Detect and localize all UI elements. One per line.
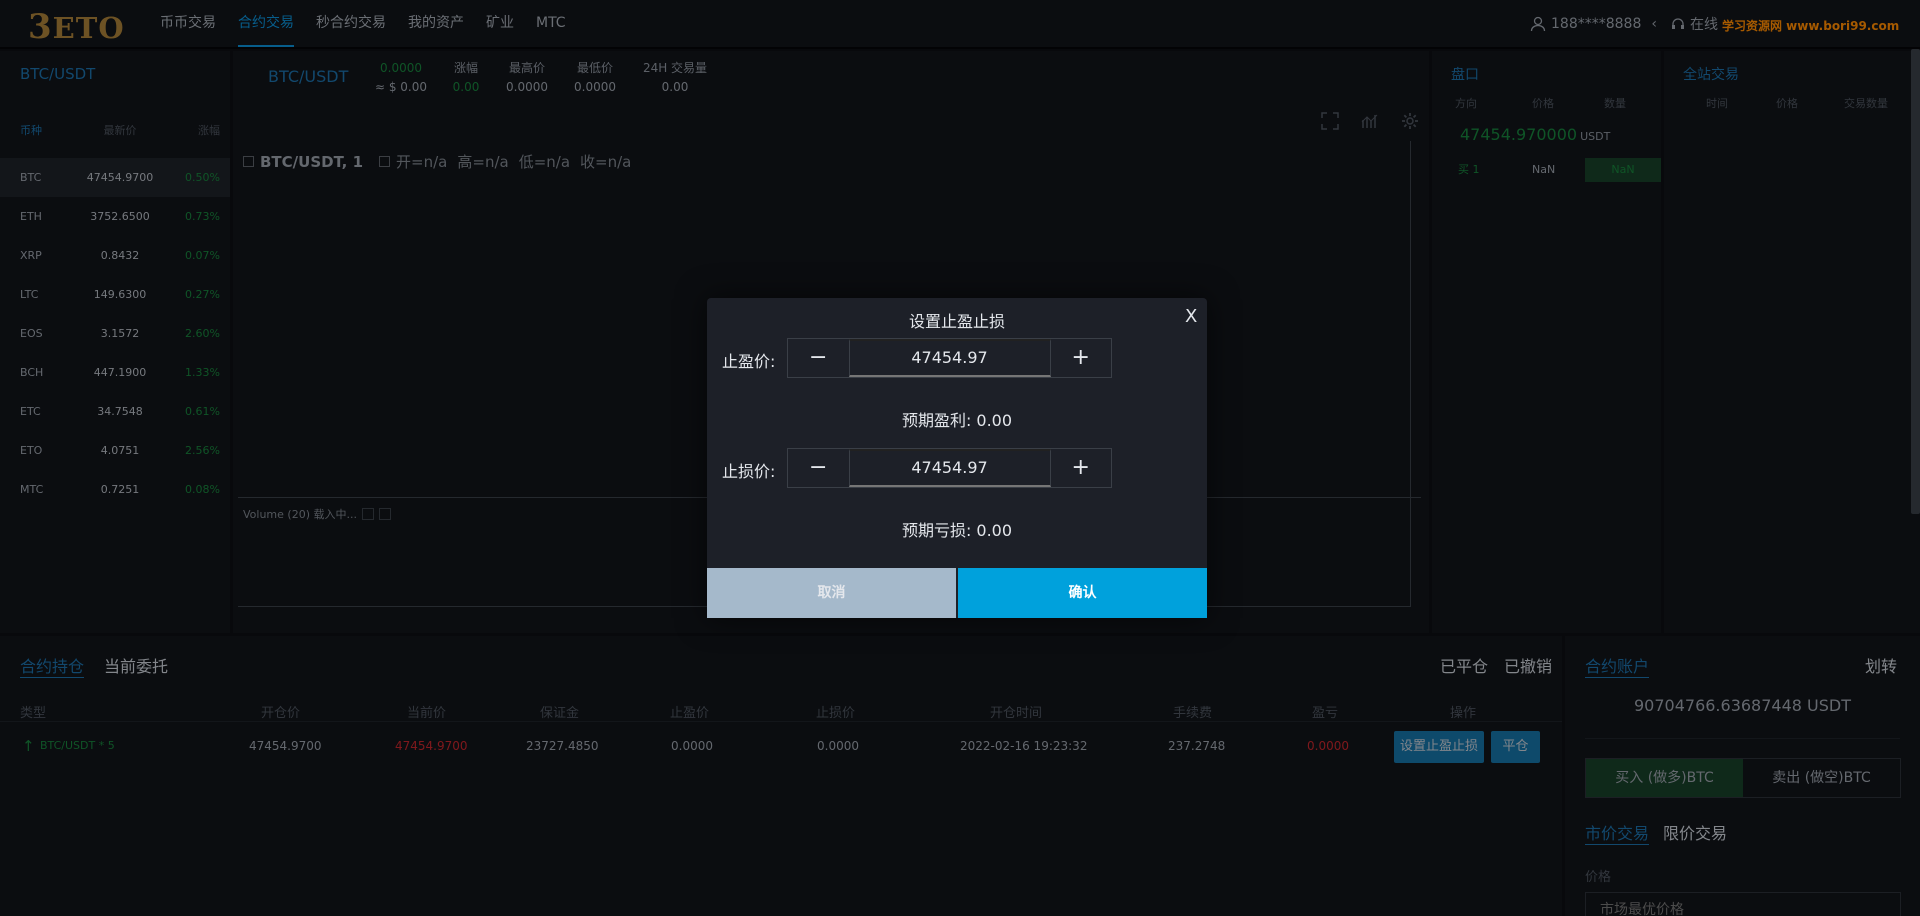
take-profit-input[interactable] — [848, 339, 1051, 377]
take-profit-minus-button[interactable]: − — [788, 339, 849, 377]
take-profit-plus-button[interactable]: + — [1051, 339, 1112, 377]
stop-loss-label: 止损价: — [722, 462, 776, 481]
close-icon[interactable]: X — [1185, 306, 1197, 327]
take-profit-stepper: − + — [787, 338, 1112, 378]
dialog-title: 设置止盈止损 — [908, 312, 1005, 331]
cancel-button[interactable]: 取消 — [707, 568, 956, 618]
tp-sl-dialog: 设置止盈止损 X 止盈价: − + 预期盈利: 0.00 止损价: − + 预期… — [707, 298, 1207, 618]
stop-loss-plus-button[interactable]: + — [1051, 449, 1112, 487]
expected-profit: 预期盈利: 0.00 — [901, 411, 1013, 430]
stop-loss-input[interactable] — [848, 449, 1051, 487]
take-profit-label: 止盈价: — [722, 352, 776, 371]
confirm-button[interactable]: 确认 — [958, 568, 1207, 618]
stop-loss-stepper: − + — [787, 448, 1112, 488]
expected-loss: 预期亏损: 0.00 — [901, 521, 1013, 540]
stop-loss-minus-button[interactable]: − — [788, 449, 849, 487]
